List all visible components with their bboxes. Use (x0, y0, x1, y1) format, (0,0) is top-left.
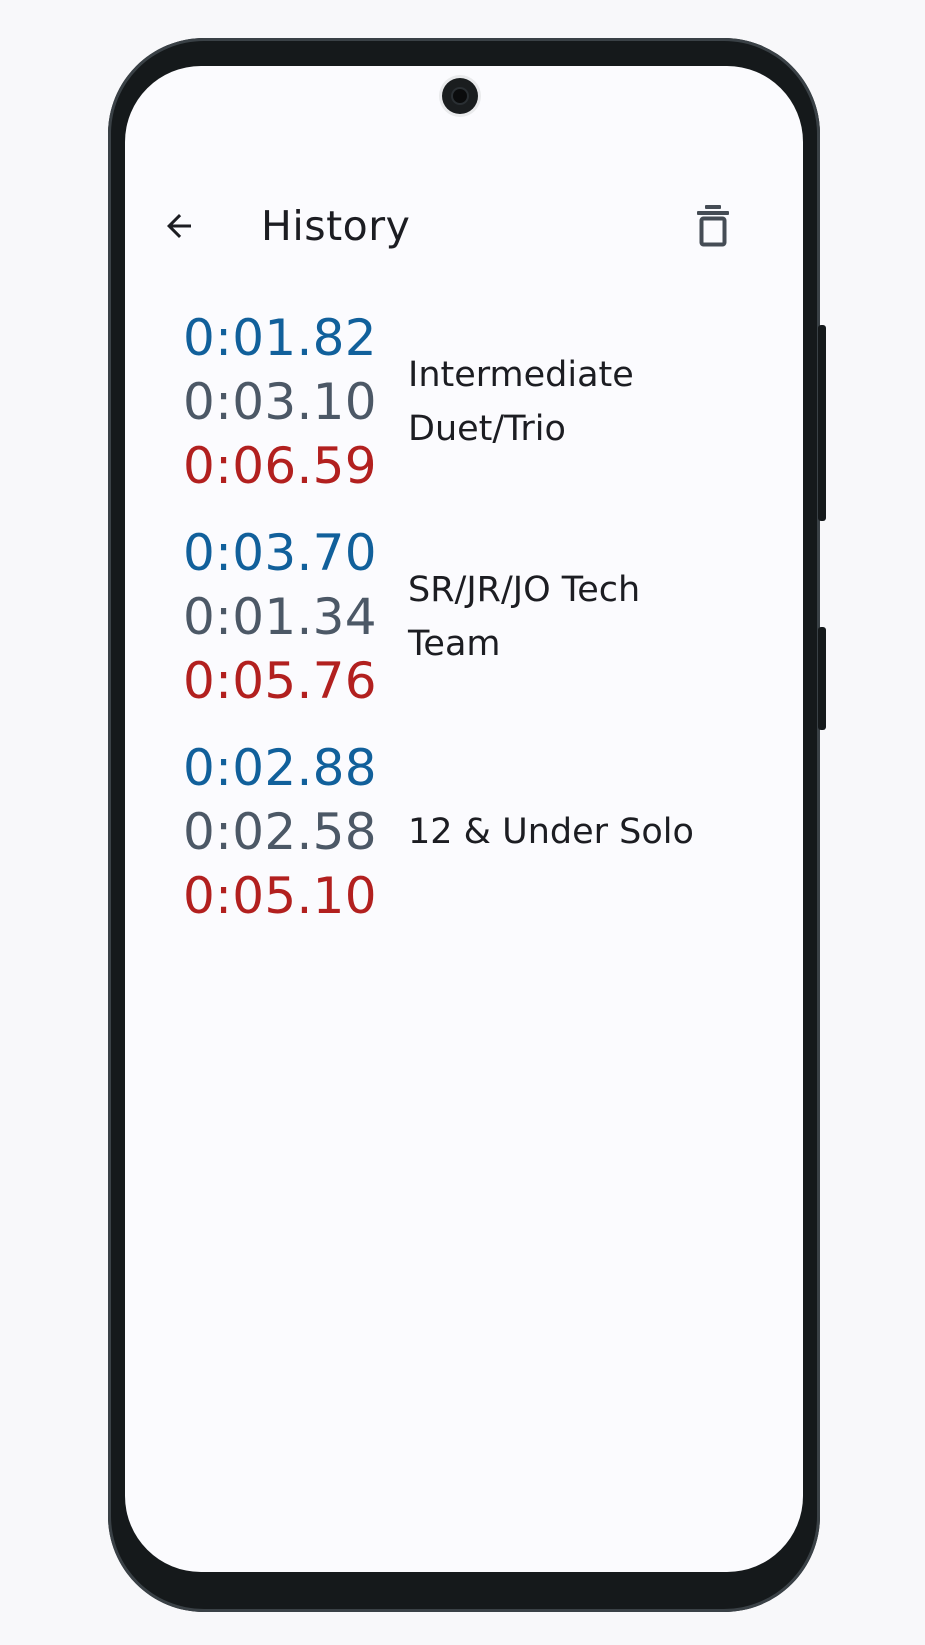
volume-button (818, 627, 826, 730)
page-title: History (261, 202, 411, 250)
back-button[interactable] (155, 202, 203, 250)
power-button (818, 325, 826, 521)
event-name: Intermediate Duet/Trio (408, 355, 634, 449)
history-list: 0:01.82 0:03.10 0:06.59 Intermediate Due… (125, 306, 803, 951)
time-3: 0:05.76 (183, 652, 377, 710)
time-1: 0:03.70 (183, 524, 377, 582)
front-camera (442, 78, 478, 114)
times-column: 0:02.88 0:02.58 0:05.10 (183, 736, 383, 928)
time-1: 0:01.82 (183, 309, 377, 367)
time-1: 0:02.88 (183, 739, 377, 797)
time-3: 0:06.59 (183, 437, 377, 495)
screen: History 0:01.82 0:03.10 0:06.59 Intermed… (125, 66, 803, 1572)
event-name: 12 & Under Solo (408, 812, 694, 852)
time-3: 0:05.10 (183, 867, 377, 925)
time-2: 0:01.34 (183, 588, 377, 646)
time-2: 0:03.10 (183, 373, 377, 431)
event-name: SR/JR/JO Tech Team (408, 570, 641, 664)
time-2: 0:02.58 (183, 803, 377, 861)
times-column: 0:03.70 0:01.34 0:05.76 (183, 521, 383, 713)
history-item[interactable]: 0:01.82 0:03.10 0:06.59 Intermediate Due… (125, 306, 803, 521)
history-item[interactable]: 0:03.70 0:01.34 0:05.76 SR/JR/JO Tech Te… (125, 521, 803, 736)
delete-button[interactable] (689, 202, 737, 250)
history-item[interactable]: 0:02.88 0:02.58 0:05.10 12 & Under Solo (125, 736, 803, 951)
times-column: 0:01.82 0:03.10 0:06.59 (183, 306, 383, 498)
trash-icon (697, 205, 729, 247)
arrow-back-icon (167, 214, 191, 238)
